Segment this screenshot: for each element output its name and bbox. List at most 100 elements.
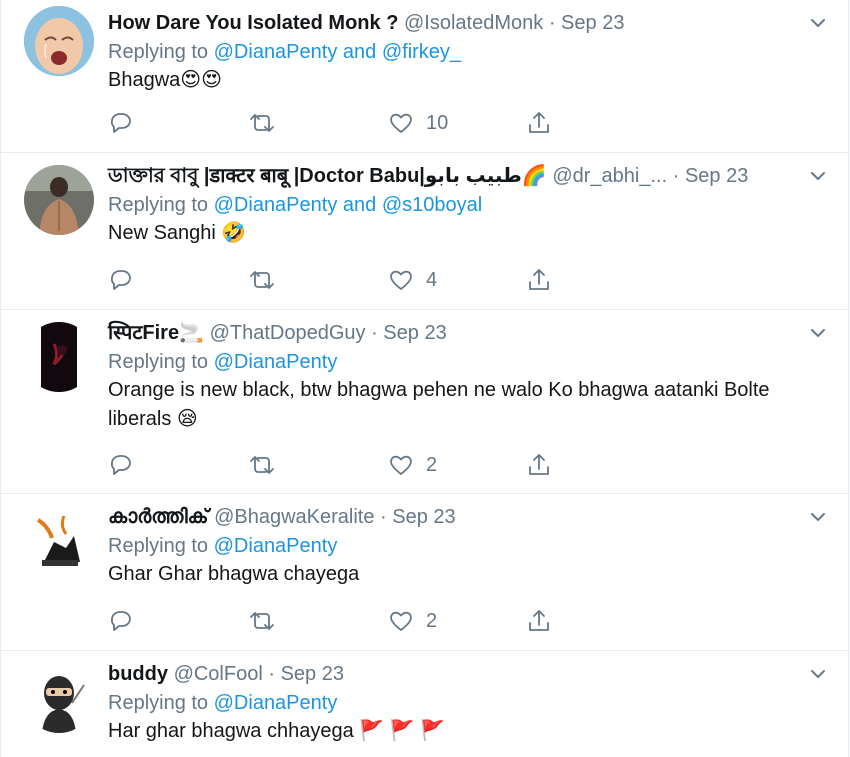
avatar[interactable] <box>24 6 94 76</box>
chevron-down-icon[interactable] <box>807 322 829 344</box>
avatar[interactable] <box>24 165 94 235</box>
retweet-button[interactable] <box>248 606 276 636</box>
mention-link[interactable]: @DianaPenty <box>214 41 338 63</box>
like-count: 2 <box>426 609 438 632</box>
username[interactable]: @ThatDopedGuy <box>210 322 366 344</box>
tweet[interactable]: How Dare You Isolated Monk ? @IsolatedMo… <box>1 0 848 153</box>
mention-link[interactable]: @DianaPenty <box>214 351 338 373</box>
emoji: 😍😍 <box>180 69 222 91</box>
replying-to: Replying to @DianaPenty <box>108 689 337 717</box>
reply-icon <box>110 455 131 475</box>
share-button[interactable] <box>526 108 552 138</box>
reply-icon <box>110 113 131 133</box>
reply-button[interactable] <box>108 108 134 138</box>
username[interactable]: @BhagwaKeralite <box>214 506 374 528</box>
display-name[interactable]: ডাক্তার বাবু |डाक्टर बाबू |Doctor Babu|ط… <box>108 165 522 187</box>
tweet[interactable]: കാർത്തിക് @BhagwaKeralite · Sep 23 Reply… <box>1 494 848 651</box>
tweet-text-content: Har ghar bhagwa chhayega <box>108 720 354 742</box>
tweet[interactable]: buddy @ColFool · Sep 23 Replying to @Dia… <box>1 651 848 757</box>
reply-icon <box>110 270 131 290</box>
avatar[interactable] <box>24 506 94 576</box>
tweet-text-content: Bhagwa <box>108 69 181 91</box>
like-count: 2 <box>426 453 438 476</box>
heart-icon <box>390 455 412 475</box>
retweet-icon <box>250 456 274 474</box>
replying-label: Replying to <box>108 41 209 63</box>
share-button[interactable] <box>526 606 552 636</box>
tweet-text: Ghar Ghar bhagwa chayega <box>108 560 818 589</box>
retweet-icon <box>250 271 274 289</box>
separator: · <box>371 322 378 344</box>
avatar[interactable] <box>24 663 94 733</box>
timestamp[interactable]: Sep 23 <box>685 165 748 187</box>
flag-emoji: 🚩 🚩 🚩 <box>359 720 446 742</box>
mention-link[interactable]: @DianaPenty <box>214 692 338 714</box>
retweet-button[interactable] <box>248 265 276 295</box>
username[interactable]: @dr_abhi_... <box>552 165 667 187</box>
mention-link[interactable]: @DianaPenty <box>214 535 338 557</box>
reply-icon <box>110 611 131 631</box>
reply-button[interactable] <box>108 265 134 295</box>
chevron-down-icon[interactable] <box>807 663 829 685</box>
display-name[interactable]: How Dare You Isolated Monk ? <box>108 12 398 34</box>
tweet-text: Orange is new black, btw bhagwa pehen ne… <box>108 376 818 434</box>
tweet-text-content: Ghar Ghar bhagwa chayega <box>108 563 360 585</box>
share-button[interactable] <box>526 265 552 295</box>
mention-link[interactable]: @s10boyal <box>382 194 482 216</box>
avatar[interactable] <box>24 322 94 392</box>
share-icon <box>529 112 549 133</box>
mention-join[interactable]: and <box>343 41 376 63</box>
timestamp[interactable]: Sep 23 <box>561 12 624 34</box>
replying-label: Replying to <box>108 692 209 714</box>
username[interactable]: @ColFool <box>174 663 263 685</box>
tweet-text-content: New Sanghi <box>108 222 216 244</box>
mention-link[interactable]: @DianaPenty <box>214 194 338 216</box>
like-count: 10 <box>426 111 449 134</box>
timestamp[interactable]: Sep 23 <box>383 322 446 344</box>
chevron-down-icon[interactable] <box>807 165 829 187</box>
tweet-actions: 10 <box>108 108 568 138</box>
heart-icon <box>390 113 412 133</box>
replying-to: Replying to @DianaPenty <box>108 532 337 560</box>
timestamp[interactable]: Sep 23 <box>281 663 344 685</box>
heart-icon <box>390 611 412 631</box>
replying-label: Replying to <box>108 535 209 557</box>
retweet-button[interactable] <box>248 108 276 138</box>
replying-label: Replying to <box>108 351 209 373</box>
replying-to: Replying to @DianaPenty and @s10boyal <box>108 191 482 219</box>
like-button[interactable]: 2 <box>388 450 437 480</box>
tweet-text: New Sanghi 🤣 <box>108 219 818 248</box>
tweet-actions: 4 <box>108 265 568 295</box>
chevron-down-icon[interactable] <box>807 506 829 528</box>
share-button[interactable] <box>526 450 552 480</box>
right-border <box>848 0 849 757</box>
rainbow-emoji: 🌈 <box>521 165 547 187</box>
separator: · <box>380 506 387 528</box>
separator: · <box>672 165 680 187</box>
emoji: 😪 <box>176 408 198 430</box>
retweet-button[interactable] <box>248 450 276 480</box>
cigarette-emoji: 🚬 <box>179 322 204 344</box>
tweet-actions: 2 <box>108 450 568 480</box>
display-name[interactable]: स्पिटFire <box>108 322 179 344</box>
replying-to: Replying to @DianaPenty <box>108 348 337 376</box>
mention-link[interactable]: @firkey_ <box>382 41 461 63</box>
like-button[interactable]: 10 <box>388 108 448 138</box>
like-button[interactable]: 4 <box>388 265 437 295</box>
display-name[interactable]: കാർത്തിക് <box>108 506 209 528</box>
reply-button[interactable] <box>108 450 134 480</box>
like-button[interactable]: 2 <box>388 606 437 636</box>
tweet[interactable]: ডাক্তার বাবু |डाक्टर बाबू |Doctor Babu|ط… <box>1 153 848 310</box>
timestamp[interactable]: Sep 23 <box>392 506 455 528</box>
tweet-text: Har ghar bhagwa chhayega 🚩 🚩 🚩 <box>108 717 818 746</box>
share-icon <box>529 454 549 475</box>
tweet[interactable]: स्पिटFire🚬 @ThatDopedGuy · Sep 23 Replyi… <box>1 310 848 494</box>
display-name[interactable]: buddy <box>108 663 168 685</box>
mention-join[interactable]: and <box>343 194 376 216</box>
tweet-actions: 2 <box>108 606 568 636</box>
reply-button[interactable] <box>108 606 134 636</box>
share-icon <box>529 269 549 290</box>
username[interactable]: @IsolatedMonk <box>404 12 543 34</box>
retweet-icon <box>250 612 274 630</box>
chevron-down-icon[interactable] <box>807 12 829 34</box>
